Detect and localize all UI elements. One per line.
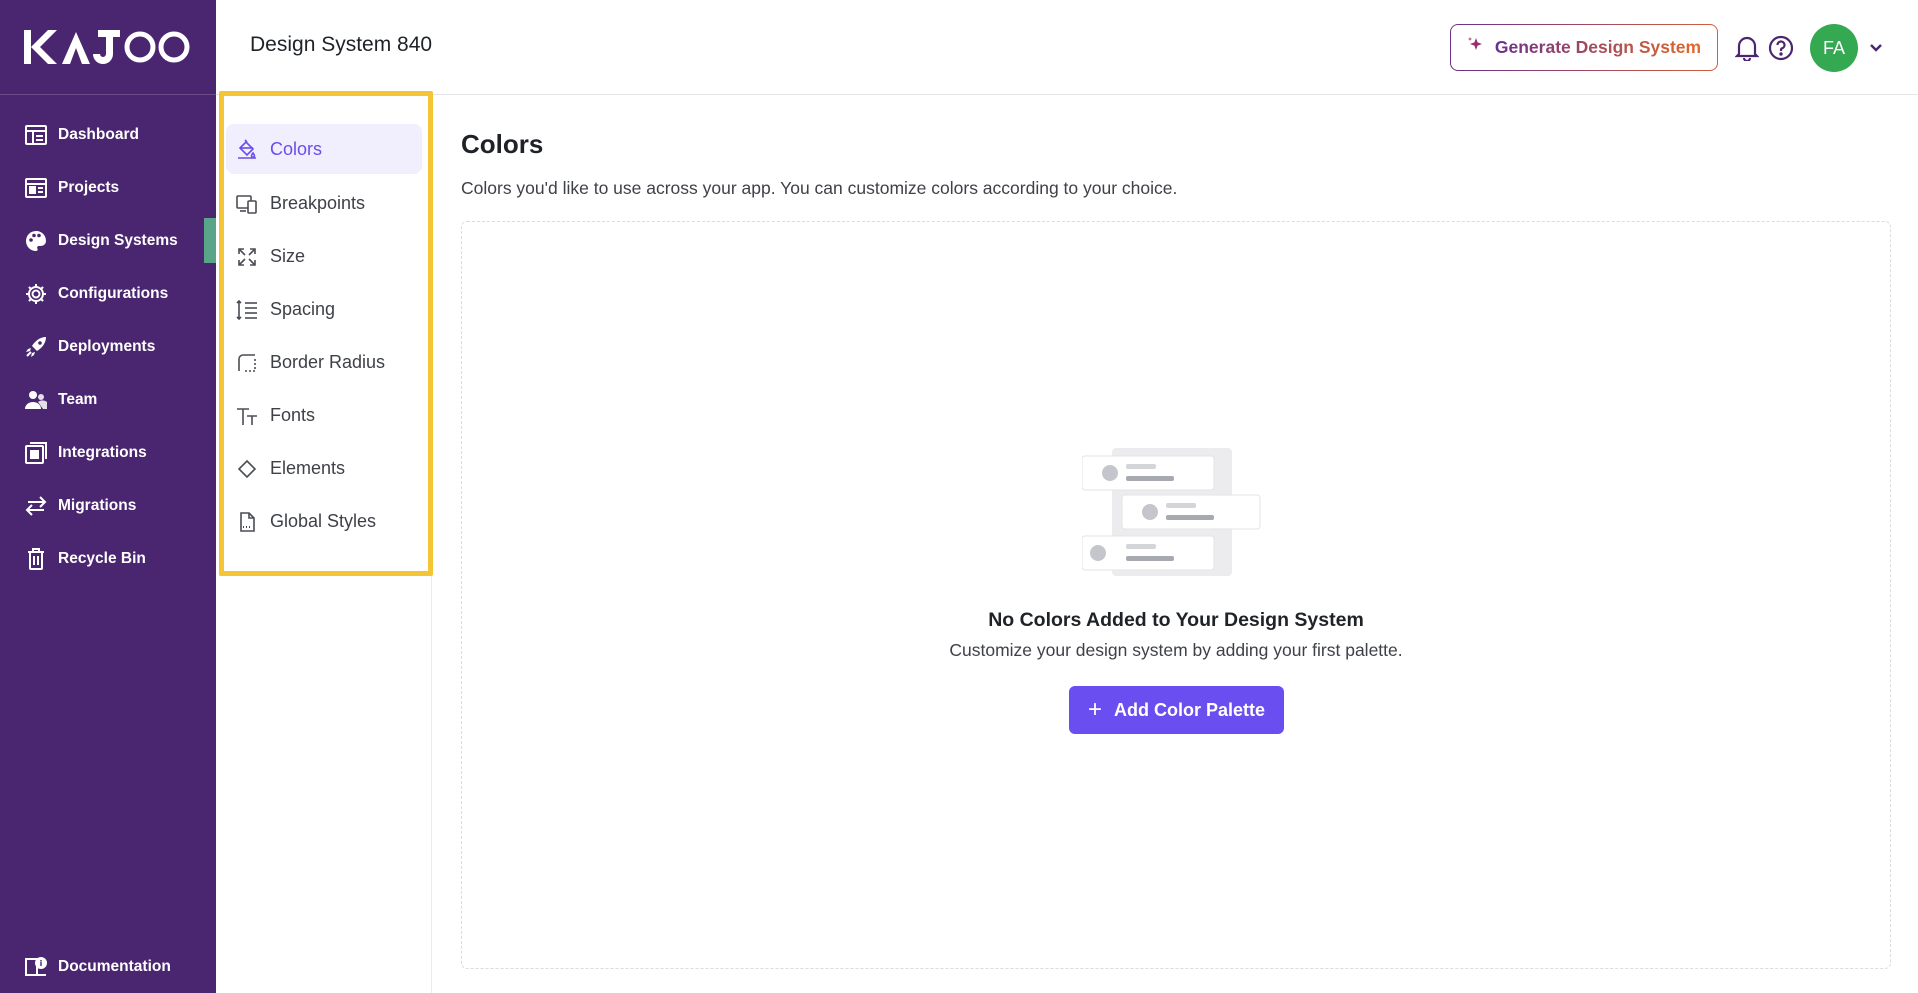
diamond-icon xyxy=(236,458,258,480)
page-title: Design System 840 xyxy=(250,33,433,56)
sidebar-item-label: Team xyxy=(58,390,98,408)
plus-icon: + xyxy=(1087,696,1102,723)
border-radius-icon xyxy=(236,352,258,374)
section-description: Colors you'd like to use across your app… xyxy=(461,178,1178,198)
add-button-label: Add Color Palette xyxy=(1114,699,1266,720)
trash-icon xyxy=(24,547,48,571)
sidebar-item-projects[interactable]: Projects xyxy=(0,161,216,214)
sidebar-divider xyxy=(0,94,216,95)
subnav-list: Colors Breakpoints Size Spacing Border R… xyxy=(226,124,422,548)
file-css-icon xyxy=(236,511,258,533)
dashboard-icon xyxy=(24,123,48,147)
expand-icon xyxy=(236,246,258,268)
sidebar-item-recycle-bin[interactable]: Recycle Bin xyxy=(0,532,216,585)
sidebar-item-label: Migrations xyxy=(58,496,137,514)
subnav-item-border-radius[interactable]: Border Radius xyxy=(226,336,422,389)
empty-state-panel: No Colors Added to Your Design System Cu… xyxy=(461,221,1891,969)
main-nav: Dashboard Projects Design Systems Config… xyxy=(0,108,216,585)
sidebar-item-migrations[interactable]: Migrations xyxy=(0,479,216,532)
section-title: Colors xyxy=(461,129,544,159)
line-height-icon xyxy=(236,299,258,321)
sidebar-item-label: Projects xyxy=(58,178,120,196)
empty-state-subtitle: Customize your design system by adding y… xyxy=(949,640,1403,660)
chevron-down-icon[interactable] xyxy=(1868,40,1884,56)
top-header: Design System 840 Generate Design System… xyxy=(216,0,1918,95)
sidebar-item-label: Integrations xyxy=(58,443,147,461)
subnav-item-fonts[interactable]: Fonts xyxy=(226,389,422,442)
text-size-icon xyxy=(236,405,258,427)
avatar[interactable]: FA xyxy=(1810,24,1858,72)
svg-text:i: i xyxy=(40,959,43,968)
sidebar-item-team[interactable]: Team xyxy=(0,373,216,426)
kajoo-logo[interactable] xyxy=(24,28,194,66)
team-icon xyxy=(24,388,48,412)
paint-bucket-icon xyxy=(236,138,258,160)
add-color-palette-button[interactable]: + Add Color Palette xyxy=(1069,686,1284,734)
subnav-item-colors[interactable]: Colors xyxy=(226,124,422,174)
sidebar-item-label: Configurations xyxy=(58,284,169,302)
subnav-item-label: Elements xyxy=(270,458,346,478)
subnav-item-label: Fonts xyxy=(270,405,316,425)
sidebar-item-label: Design Systems xyxy=(58,231,178,249)
sidebar-item-configurations[interactable]: Configurations xyxy=(0,267,216,320)
projects-icon xyxy=(24,176,48,200)
subnav-item-label: Global Styles xyxy=(270,511,377,531)
sidebar-item-label: Deployments xyxy=(58,337,156,355)
sidebar-item-documentation[interactable]: i Documentation xyxy=(0,941,216,993)
integrations-icon xyxy=(24,441,48,465)
subnav-item-label: Spacing xyxy=(270,299,336,319)
main-content: Colors Colors you'd like to use across y… xyxy=(433,95,1918,993)
subnav-item-label: Colors xyxy=(270,138,323,159)
sparkle-icon xyxy=(1467,36,1485,59)
generate-design-system-button[interactable]: Generate Design System xyxy=(1450,24,1718,71)
subnav-item-breakpoints[interactable]: Breakpoints xyxy=(226,177,422,230)
rocket-icon xyxy=(24,335,48,359)
sidebar-item-integrations[interactable]: Integrations xyxy=(0,426,216,479)
sidebar-item-design-systems[interactable]: Design Systems xyxy=(0,214,216,267)
subnav-item-label: Breakpoints xyxy=(270,193,366,213)
subnav-item-elements[interactable]: Elements xyxy=(226,442,422,495)
subnav-item-label: Size xyxy=(270,246,306,266)
subnav-item-global-styles[interactable]: Global Styles xyxy=(226,495,422,548)
subnav-item-label: Border Radius xyxy=(270,352,386,372)
subnav-item-size[interactable]: Size xyxy=(226,230,422,283)
sidebar-item-deployments[interactable]: Deployments xyxy=(0,320,216,373)
arrows-exchange-icon xyxy=(24,494,48,518)
generate-button-label: Generate Design System xyxy=(1494,37,1702,57)
empty-list-illustration xyxy=(1082,448,1261,576)
avatar-initials: FA xyxy=(1822,37,1845,58)
empty-state-title: No Colors Added to Your Design System xyxy=(988,609,1364,631)
help-icon[interactable] xyxy=(1768,35,1794,61)
gear-icon xyxy=(24,282,48,306)
subnav-item-spacing[interactable]: Spacing xyxy=(226,283,422,336)
sidebar-item-label: Recycle Bin xyxy=(58,549,146,567)
sidebar-item-label: Dashboard xyxy=(58,125,139,143)
devices-icon xyxy=(236,193,258,215)
palette-icon xyxy=(24,229,48,253)
app-sidebar: Dashboard Projects Design Systems Config… xyxy=(0,0,216,993)
documentation-icon: i xyxy=(24,955,48,979)
bell-icon[interactable] xyxy=(1734,35,1760,63)
sidebar-item-dashboard[interactable]: Dashboard xyxy=(0,108,216,161)
sidebar-item-label: Documentation xyxy=(58,958,171,975)
